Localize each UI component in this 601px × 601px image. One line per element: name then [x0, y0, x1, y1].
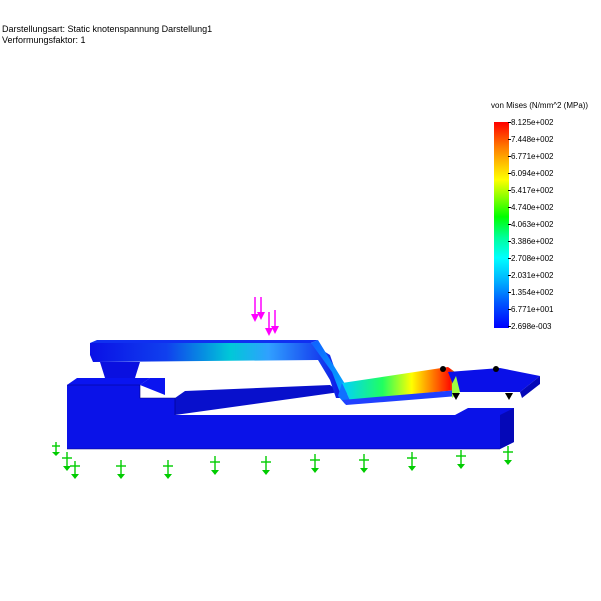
fixture-icon	[456, 450, 466, 469]
fixture-icon	[62, 452, 72, 471]
fixture-icon	[503, 446, 513, 465]
fixture-icon	[116, 460, 126, 479]
stress-plate	[338, 367, 458, 405]
fixture-icon	[163, 460, 173, 479]
fea-model-view[interactable]	[0, 0, 601, 601]
arm-support	[100, 362, 140, 378]
fixture-icon	[359, 454, 369, 473]
fixture-icon	[52, 442, 60, 456]
fixture-icon	[210, 456, 220, 475]
fixture-icon	[261, 456, 271, 475]
right-end-piece	[448, 368, 540, 398]
fixture-icon	[407, 452, 417, 471]
fixture-icon	[310, 454, 320, 473]
fixture-icon	[70, 461, 80, 479]
load-arrows-icon	[251, 297, 279, 336]
